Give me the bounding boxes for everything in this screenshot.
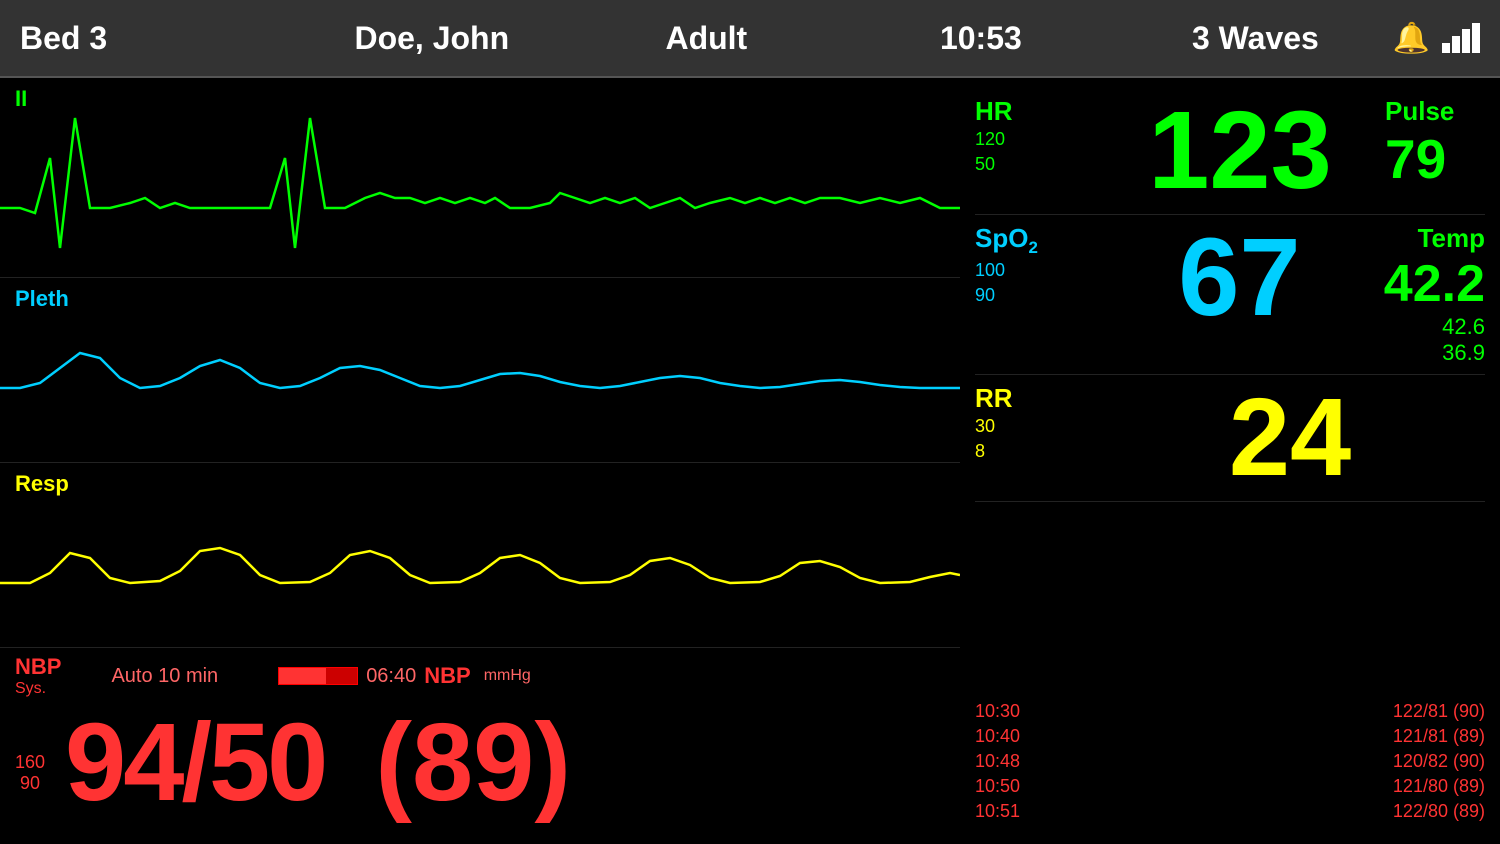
nbp-systolic: 94	[65, 701, 181, 824]
nbp-values: 160 90 94/50 (89)	[0, 698, 960, 828]
ecg-line	[0, 118, 960, 248]
pleth-section: Pleth	[0, 278, 960, 463]
resp-section: Resp	[0, 463, 960, 648]
waves-label: 3 Waves	[1118, 20, 1393, 57]
current-time: 10:53	[844, 20, 1119, 57]
ecg-waveform	[0, 78, 960, 278]
nbp-section: NBP Sys. Auto 10 min 06:40 NBP mmHg 160 …	[0, 648, 960, 844]
spo2-value: 67	[1095, 223, 1384, 333]
nbp-label: NBP	[15, 654, 61, 680]
nbp-auto-label: Auto 10 min	[111, 665, 218, 688]
nbp-history-value: 122/81 (90)	[1355, 701, 1485, 722]
nbp-history-value: 121/80 (89)	[1355, 776, 1485, 797]
rr-high: 30	[975, 414, 1095, 439]
nbp-history-row: 10:50 121/80 (89)	[975, 774, 1485, 799]
nbp-history-row: 10:48 120/82 (90)	[975, 749, 1485, 774]
nbp-history-time: 10:48	[975, 751, 1045, 772]
nbp-history-time: 10:30	[975, 701, 1045, 722]
nbp-history-row: 10:51 122/80 (89)	[975, 799, 1485, 824]
nbp-progress-bar	[278, 667, 358, 685]
temp-main-value: 42.2	[1384, 254, 1485, 314]
patient-name: Doe, John	[295, 20, 570, 57]
nbp-timer-area: 06:40 NBP mmHg	[278, 663, 531, 689]
pulse-col: Pulse 79	[1385, 96, 1485, 191]
nbp-history-row: 10:40 121/81 (89)	[975, 724, 1485, 749]
temp-label: Temp	[1418, 223, 1485, 254]
nbp-mean-value: (89)	[375, 708, 571, 818]
signal-icon	[1442, 23, 1480, 53]
nbp-history-value: 120/82 (90)	[1355, 751, 1485, 772]
main-content: II Pleth Resp NBP Sys.	[0, 78, 1500, 844]
spo2-high: 100	[975, 258, 1095, 283]
header-bar: Bed 3 Doe, John Adult 10:53 3 Waves 🔔	[0, 0, 1500, 78]
pleth-waveform	[0, 278, 960, 463]
waveforms-panel: II Pleth Resp NBP Sys.	[0, 78, 960, 844]
temp-sub1: 42.6	[1442, 314, 1485, 340]
nbp-history-time: 10:40	[975, 726, 1045, 747]
nbp-history-value: 122/80 (89)	[1355, 801, 1485, 822]
rr-value: 24	[1095, 383, 1485, 493]
resp-waveform	[0, 463, 960, 648]
hr-high: 120	[975, 127, 1095, 152]
nbp-sys-dia-value: 94/50	[65, 708, 325, 818]
nbp-low: 90	[20, 773, 40, 794]
nbp-timer: 06:40	[366, 665, 416, 688]
rr-label: RR	[975, 383, 1095, 414]
spo2-low: 90	[975, 283, 1095, 308]
nbp-sublabel: Sys.	[15, 680, 61, 698]
nbp-range: 160 90	[15, 752, 45, 794]
nbp-units: mmHg	[484, 667, 531, 685]
nbp-history-time: 10:51	[975, 801, 1045, 822]
alarm-icon[interactable]: 🔔	[1393, 21, 1430, 56]
resp-line	[0, 548, 960, 583]
spo2-row: SpO2 100 90 67 Temp 42.2 42.6 36.9	[975, 215, 1485, 375]
nbp-high: 160	[15, 752, 45, 773]
nbp-history-time: 10:50	[975, 776, 1045, 797]
patient-mode: Adult	[569, 20, 844, 57]
hr-value: 123	[1095, 96, 1385, 206]
rr-row: RR 30 8 24	[975, 375, 1485, 502]
pleth-line	[0, 353, 960, 388]
nbp-label2: NBP	[424, 663, 470, 689]
rr-low: 8	[975, 439, 1095, 464]
hr-row: HR 120 50 123 Pulse 79	[975, 88, 1485, 215]
temp-col: Temp 42.2 42.6 36.9	[1384, 223, 1485, 366]
nbp-mean: 89	[412, 701, 534, 824]
hr-label: HR	[975, 96, 1095, 127]
bed-label: Bed 3	[20, 20, 295, 57]
nbp-diastolic: 50	[209, 701, 325, 824]
hr-low: 50	[975, 152, 1095, 177]
nbp-history-panel: 10:30 122/81 (90) 10:40 121/81 (89) 10:4…	[975, 502, 1485, 834]
spo2-label: SpO2	[975, 223, 1095, 258]
nbp-info-bar: NBP Sys. Auto 10 min 06:40 NBP mmHg	[0, 648, 960, 698]
nbp-history-value: 121/81 (89)	[1355, 726, 1485, 747]
header-icons: 🔔	[1393, 21, 1480, 56]
temp-sub2: 36.9	[1442, 340, 1485, 366]
pulse-value: 79	[1385, 127, 1446, 191]
right-panel: HR 120 50 123 Pulse 79 SpO2 100 90 67 Te…	[960, 78, 1500, 844]
pleth-label: Pleth	[15, 286, 69, 312]
resp-label: Resp	[15, 471, 69, 497]
nbp-history-row: 10:30 122/81 (90)	[975, 699, 1485, 724]
ecg-label: II	[15, 86, 27, 112]
ecg-section: II	[0, 78, 960, 278]
pulse-label: Pulse	[1385, 96, 1454, 127]
